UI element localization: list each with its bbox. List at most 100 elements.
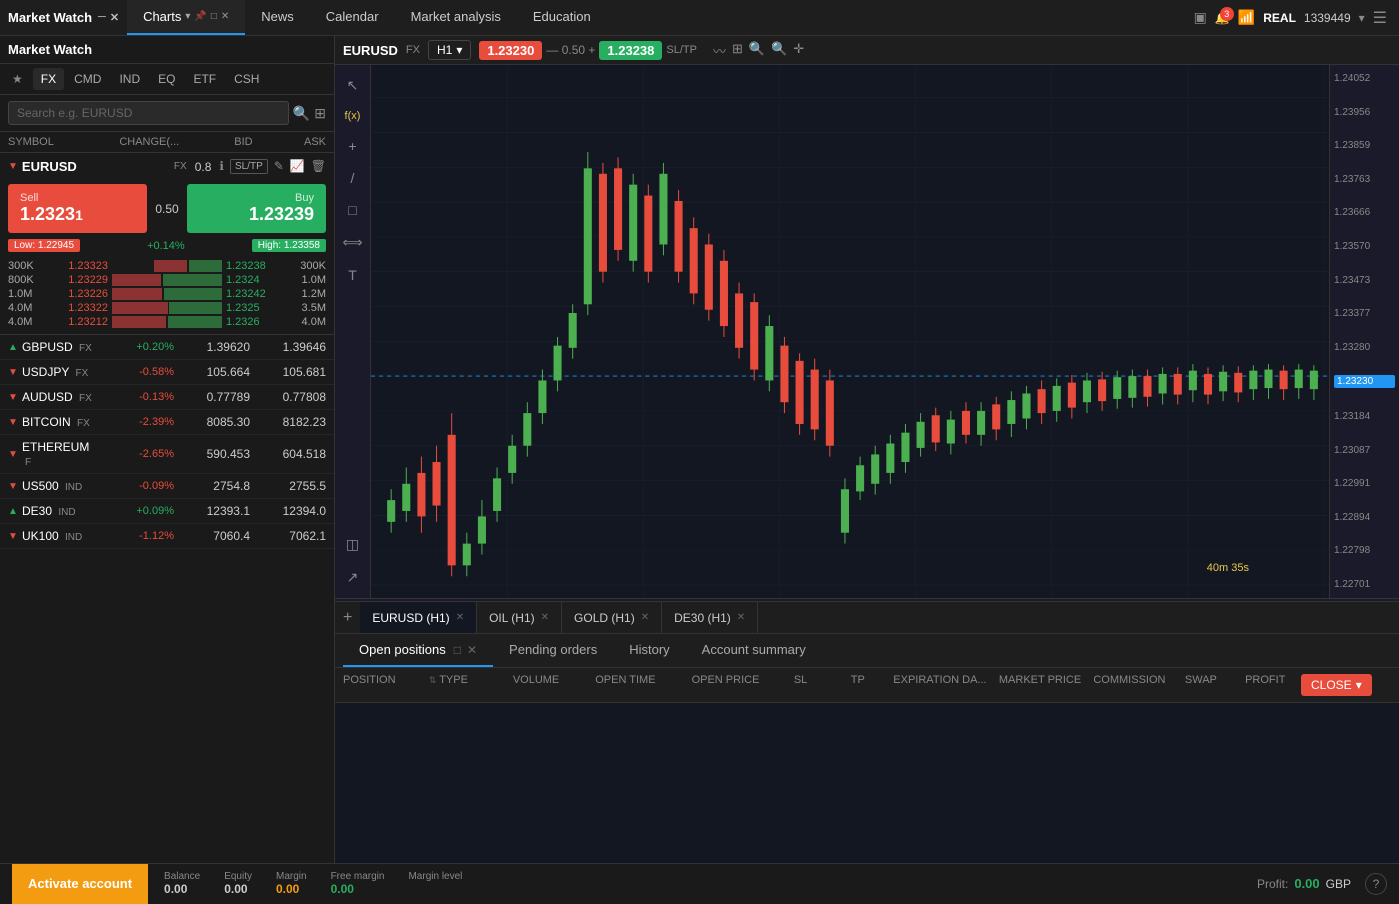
bottom-tab-account-summary[interactable]: Account summary — [686, 634, 822, 667]
eurusd-chart-icon[interactable]: 📈 — [290, 159, 305, 174]
chart-tab-add-button[interactable]: + — [335, 609, 360, 627]
chart-indicators-icon[interactable]: ⊞ — [732, 41, 743, 60]
hamburger-icon[interactable]: ☰ — [1373, 8, 1387, 28]
close-all-button[interactable]: CLOSE ▾ — [1301, 674, 1372, 696]
audusd-chevron-icon: ▼ — [8, 392, 18, 403]
chart-tab-oil-close[interactable]: ✕ — [541, 612, 549, 623]
list-item-us500[interactable]: ▼ US500 IND -0.09% 2754.8 2755.5 — [0, 474, 334, 499]
measure-tool[interactable]: ⟺ — [338, 230, 366, 255]
close-icon[interactable]: ✕ — [110, 11, 119, 24]
us500-ask: 2755.5 — [250, 479, 326, 493]
list-item-bitcoin[interactable]: ▼ BITCOIN FX -2.39% 8085.30 8182.23 — [0, 410, 334, 435]
asset-tab-cmd[interactable]: CMD — [66, 68, 109, 90]
chart-tab-oil[interactable]: OIL (H1) ✕ — [477, 602, 562, 633]
chart-zoom-out-icon[interactable]: 🔍 — [771, 41, 787, 60]
account-dropdown-icon[interactable]: ▾ — [1359, 11, 1365, 25]
tab-market-analysis[interactable]: Market analysis — [395, 0, 517, 35]
depth-row-4: 4.0M 1.23322 1.2325 3.5M — [8, 302, 326, 314]
price-level-5: 1.23666 — [1334, 207, 1395, 218]
chart-tab-gold[interactable]: GOLD (H1) ✕ — [562, 602, 662, 633]
margin-value: 0.00 — [276, 882, 307, 896]
buy-button[interactable]: Buy 1.23239 — [187, 184, 326, 233]
depth-vol-right-2: 1.0M — [286, 274, 326, 286]
activate-account-button[interactable]: Activate account — [12, 864, 148, 904]
text-tool[interactable]: T — [344, 263, 361, 287]
margin-level-label: Margin level — [408, 871, 462, 882]
depth-price-right-4: 1.2325 — [226, 302, 286, 314]
chart-tab-eurusd-close[interactable]: ✕ — [456, 612, 464, 623]
asset-tab-eq[interactable]: EQ — [150, 68, 183, 90]
chart-crosshair-icon[interactable]: ✛ — [793, 41, 804, 60]
eurusd-edit-icon[interactable]: ✎ — [274, 159, 284, 174]
depth-vol-right-1: 300K — [286, 260, 326, 272]
chart-zoom-in-icon[interactable]: 🔍 — [749, 41, 765, 60]
help-button[interactable]: ? — [1365, 873, 1387, 895]
list-item-de30[interactable]: ▲ DE30 IND +0.09% 12393.1 12394.0 — [0, 499, 334, 524]
eurusd-delete-icon[interactable]: 🗑 — [311, 159, 326, 174]
eurusd-info-icon[interactable]: ℹ — [219, 159, 224, 174]
list-item-gbpusd[interactable]: ▲ GBPUSD FX +0.20% 1.39620 1.39646 — [0, 335, 334, 360]
col-close-header: CLOSE ▾ — [1301, 674, 1391, 696]
tab-charts[interactable]: Charts ▾ 📌 □ ✕ — [127, 0, 245, 35]
list-item-uk100[interactable]: ▼ UK100 IND -1.12% 7060.4 7062.1 — [0, 524, 334, 549]
tab-calendar[interactable]: Calendar — [310, 0, 395, 35]
asset-tab-ind[interactable]: IND — [111, 68, 148, 90]
chart-tab-gold-close[interactable]: ✕ — [641, 612, 649, 623]
search-button[interactable]: 🔍 — [293, 105, 310, 122]
bottom-tab-open-positions[interactable]: Open positions □ ✕ — [343, 634, 493, 667]
line-tool[interactable]: / — [347, 166, 359, 190]
ethereum-type: F — [25, 457, 31, 468]
search-input[interactable] — [8, 101, 289, 125]
chart-draw-icon[interactable]: 〰 — [713, 41, 726, 60]
list-item-audusd[interactable]: ▼ AUDUSD FX -0.13% 0.77789 0.77808 — [0, 385, 334, 410]
notification-badge[interactable]: 🔔 3 — [1215, 11, 1230, 25]
asset-tab-fx[interactable]: FX — [33, 68, 64, 90]
share-tool[interactable]: ↗ — [343, 565, 363, 590]
footer-stat-margin-level: Margin level — [408, 871, 462, 896]
bitcoin-ask: 8182.23 — [250, 415, 326, 429]
depth-row-5: 4.0M 1.23212 1.2326 4.0M — [8, 316, 326, 328]
footer-stat-equity: Equity 0.00 — [224, 871, 252, 896]
tab-news[interactable]: News — [245, 0, 310, 35]
profit-label: Profit: — [1257, 877, 1288, 891]
square-tool[interactable]: □ — [344, 198, 360, 222]
eurusd-sltp-badge[interactable]: SL/TP — [230, 159, 268, 174]
grid-view-button[interactable]: ⊞ — [314, 105, 326, 122]
col-volume-header: VOLUME — [500, 674, 572, 696]
uk100-change: -1.12% — [98, 530, 174, 542]
chart-buy-price: 1.23238 — [599, 41, 662, 60]
uk100-ask: 7062.1 — [250, 529, 326, 543]
chart-timeframe-selector[interactable]: H1 ▾ — [428, 40, 471, 60]
plus-tool[interactable]: + — [344, 134, 360, 158]
chart-tab-oil-label: OIL (H1) — [489, 611, 535, 625]
layers-tool[interactable]: ◫ — [342, 532, 363, 557]
chart-tab-de30-close[interactable]: ✕ — [737, 612, 745, 623]
chart-main: ↖ f(x) + / □ ⟺ T ◫ ↗ — [335, 65, 1399, 598]
audusd-change: -0.13% — [98, 391, 174, 403]
asset-tab-csh[interactable]: CSH — [226, 68, 267, 90]
usdjpy-change: -0.58% — [98, 366, 174, 378]
fx-tool[interactable]: f(x) — [341, 106, 365, 126]
open-positions-detach-icon[interactable]: □ — [454, 643, 461, 657]
list-item-ethereum[interactable]: ▼ ETHEREUM F -2.65% 590.453 604.518 — [0, 435, 334, 474]
minimize-icon[interactable]: ─ — [98, 11, 106, 24]
depth-vol-left-3: 1.0M — [8, 288, 48, 300]
chart-tab-de30[interactable]: DE30 (H1) ✕ — [662, 602, 758, 633]
open-positions-close-icon[interactable]: ✕ — [467, 643, 477, 657]
bottom-tab-pending-orders[interactable]: Pending orders — [493, 634, 613, 667]
eurusd-spread: 0.8 — [195, 160, 212, 174]
tab-education[interactable]: Education — [517, 0, 607, 35]
depth-price-left-2: 1.23229 — [48, 274, 108, 286]
list-item-usdjpy[interactable]: ▼ USDJPY FX -0.58% 105.664 105.681 — [0, 360, 334, 385]
de30-chevron-icon: ▲ — [8, 506, 18, 517]
eurusd-header[interactable]: ▼ EURUSD FX 0.8 ℹ SL/TP ✎ 📈 🗑 — [0, 153, 334, 180]
charts-close-icon[interactable]: ✕ — [221, 11, 229, 22]
de30-name: DE30 IND — [22, 504, 98, 518]
bottom-tab-history[interactable]: History — [613, 634, 685, 667]
asset-tab-star[interactable]: ★ — [4, 68, 31, 90]
asset-tab-etf[interactable]: ETF — [185, 68, 224, 90]
chart-tab-eurusd[interactable]: EURUSD (H1) ✕ — [360, 602, 477, 633]
sell-button[interactable]: Sell 1.23231 — [8, 184, 147, 233]
de30-change: +0.09% — [98, 505, 174, 517]
cursor-tool[interactable]: ↖ — [343, 73, 363, 98]
